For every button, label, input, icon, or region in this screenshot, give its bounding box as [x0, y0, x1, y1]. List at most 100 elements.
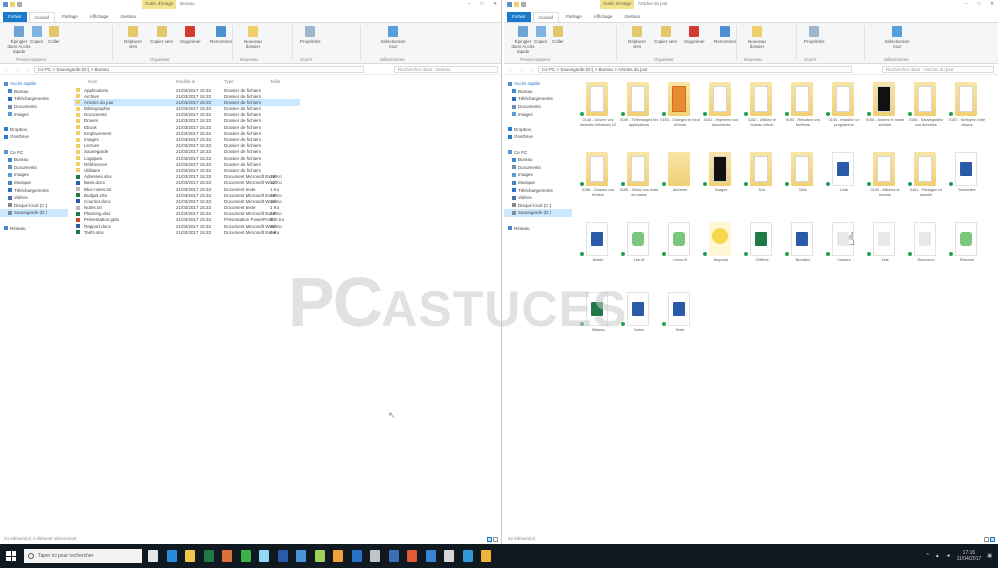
file-explorer-icon[interactable] — [185, 550, 195, 562]
tab-file[interactable]: Fichier — [507, 12, 531, 22]
nav-item[interactable]: Téléchargements — [504, 95, 572, 103]
nav-item[interactable]: Réseau — [504, 224, 572, 232]
tab-view[interactable]: Affichage — [589, 12, 618, 22]
vlc-icon[interactable] — [333, 550, 343, 562]
file-tile[interactable]: Liens.rtf — [660, 220, 700, 286]
ribbon-button[interactable]: Copier vers — [654, 26, 677, 44]
column-date[interactable]: Modifié le — [176, 79, 195, 84]
excel-icon[interactable] — [203, 550, 214, 562]
context-tab[interactable]: Outils d'image — [600, 0, 635, 9]
nav-item[interactable]: Documents — [504, 164, 572, 172]
ribbon-button[interactable]: Nouveau dossier — [744, 26, 770, 49]
nav-item[interactable]: Images — [504, 171, 572, 179]
tab-file[interactable]: Fichier — [3, 12, 27, 22]
ribbon-button[interactable]: Renommer — [714, 26, 736, 44]
tab-manage[interactable]: Gestion — [619, 12, 645, 22]
nav-item[interactable]: Documents — [0, 164, 68, 172]
file-tile[interactable]: 0160 - Affichez le bureau — [865, 150, 905, 216]
file-tile[interactable]: 0156 - Sauvegardez vos données — [906, 80, 946, 146]
file-tile[interactable]: 0155 - Activez le mode sombre — [865, 80, 905, 146]
nav-item[interactable]: Disque local (C:) — [0, 202, 68, 210]
file-tile[interactable]: 0150 - Changez le fond d'écran — [660, 80, 700, 146]
file-tile[interactable]: Sommaire — [947, 150, 987, 216]
save-icon[interactable] — [507, 2, 512, 7]
new-folder-icon[interactable] — [514, 2, 519, 7]
nav-arrows-icon[interactable]: ← → ↑ — [508, 67, 537, 72]
tray-chevron-icon[interactable]: ^ — [926, 553, 928, 559]
file-tile[interactable]: Résumé — [947, 220, 987, 286]
paint-icon[interactable] — [481, 550, 491, 562]
file-tile[interactable]: Doc — [742, 150, 782, 216]
nav-item[interactable]: OneDrive — [0, 133, 68, 141]
tiles-view-icon[interactable] — [493, 537, 498, 542]
column-name[interactable]: Nom — [88, 79, 98, 84]
nav-item[interactable]: Réseau — [0, 224, 68, 232]
clock[interactable]: 17:16 11/04/2017 — [957, 550, 982, 562]
settings-icon[interactable] — [370, 550, 380, 562]
nav-item[interactable]: Images — [0, 171, 68, 179]
nav-item[interactable]: Téléchargements — [0, 186, 68, 194]
tab-home[interactable]: Accueil — [532, 12, 560, 22]
ribbon-button[interactable]: Sélectionner tout — [884, 26, 910, 49]
ribbon-button[interactable]: Coller — [552, 26, 564, 44]
tab-share[interactable]: Partage — [561, 12, 587, 22]
search-input[interactable]: Rechercher dans : Articles du jour — [882, 66, 994, 73]
file-tile[interactable]: Texte — [660, 290, 700, 356]
maximize-icon[interactable]: □ — [978, 1, 981, 7]
ribbon-button[interactable]: Supprimer — [180, 26, 201, 44]
nav-item[interactable]: Musique — [0, 179, 68, 187]
nav-item[interactable]: Bureau — [504, 88, 572, 96]
notifications-icon[interactable]: ▣ — [987, 553, 992, 559]
file-tile[interactable]: Raccourci — [906, 220, 946, 286]
nav-item[interactable]: Vidéos — [504, 194, 572, 202]
context-tab[interactable]: Outils d'image — [142, 0, 177, 9]
file-tile[interactable]: Chiffres — [742, 220, 782, 286]
ribbon-button[interactable]: Renommer — [210, 26, 232, 44]
outlook-icon[interactable] — [388, 550, 399, 562]
ribbon-button[interactable]: Copier — [30, 26, 43, 44]
save-icon[interactable] — [3, 2, 8, 7]
chrome-icon[interactable] — [240, 550, 251, 562]
minimize-icon[interactable]: – — [468, 1, 471, 7]
file-tile[interactable]: Archives — [660, 150, 700, 216]
ribbon-button[interactable]: Épingler dans Accès rapide — [510, 26, 536, 54]
nav-item[interactable]: Bureau — [0, 156, 68, 164]
ribbon-button[interactable]: Déplacer vers — [120, 26, 146, 49]
tiles-view-icon[interactable] — [990, 537, 995, 542]
nav-item[interactable]: Sauvegarde (D:) — [504, 209, 572, 217]
details-view-icon[interactable] — [487, 537, 492, 542]
ribbon-button[interactable]: Propriétés — [804, 26, 825, 44]
file-tile[interactable]: 0152 - Utilisez le bureau virtuel — [742, 80, 782, 146]
nav-item[interactable]: OneDrive — [504, 133, 572, 141]
nav-item[interactable]: Vidéos — [0, 194, 68, 202]
new-folder-icon[interactable] — [10, 2, 15, 7]
network-icon[interactable]: ▲ — [935, 553, 940, 559]
file-tile[interactable]: 0159 - Gérez vos mots de passe — [619, 150, 659, 216]
calendar-icon[interactable] — [425, 550, 436, 562]
volume-icon[interactable]: ◄ — [946, 553, 951, 559]
address-input[interactable]: Ce PC > Sauvegarde (D:) > Bureau — [34, 66, 364, 73]
address-input[interactable]: Ce PC > Sauvegarde (D:) > Bureau > Artic… — [538, 66, 852, 73]
search-input[interactable]: Rechercher dans : Bureau — [394, 66, 498, 73]
ribbon-button[interactable]: Nouveau dossier — [240, 26, 266, 49]
firefox-icon[interactable] — [222, 550, 232, 562]
tab-manage[interactable]: Gestion — [115, 12, 141, 22]
nav-item[interactable]: Ce PC — [0, 148, 68, 156]
dropdown-icon[interactable] — [521, 2, 526, 7]
file-tile[interactable]: ☝ Curseur — [824, 220, 864, 286]
file-tile[interactable]: 0157 - Nettoyez votre disque — [947, 80, 987, 146]
file-tile[interactable]: 0151 - Imprimez vos documents — [701, 80, 741, 146]
ribbon-button[interactable]: Coller — [48, 26, 60, 44]
nav-item[interactable]: Documents — [504, 103, 572, 111]
column-type[interactable]: Type — [224, 79, 234, 84]
file-tile[interactable]: 0148 - Ouvrez vos dossiers Windows 10 — [578, 80, 618, 146]
close-icon[interactable]: ✕ — [493, 1, 497, 7]
file-tile[interactable]: Images — [701, 150, 741, 216]
nav-item[interactable]: Dropbox — [504, 126, 572, 134]
windows-start-icon[interactable] — [6, 551, 16, 561]
taskbar-search-box[interactable]: Taper ici pour rechercher — [24, 549, 142, 563]
file-tile[interactable]: Liste — [824, 150, 864, 216]
skype-icon[interactable] — [314, 550, 325, 562]
nav-item[interactable]: Images — [0, 110, 68, 118]
file-tile[interactable]: 0153 - Réduisez vos fenêtres — [783, 80, 823, 146]
